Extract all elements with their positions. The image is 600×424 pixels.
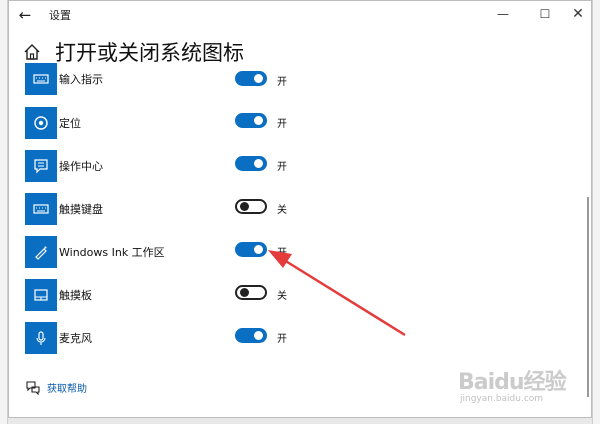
toggle-touch-keyboard[interactable] xyxy=(235,199,267,214)
item-label: Windows Ink 工作区 xyxy=(59,246,165,259)
background-window-right xyxy=(592,0,600,424)
list-item-input-indicator: 输入指示 开 xyxy=(9,63,591,99)
maximize-icon: ☐ xyxy=(539,7,551,21)
get-help-link[interactable]: 获取帮助 xyxy=(47,380,87,395)
toggle-state: 开 xyxy=(277,334,287,345)
toggle-touchpad[interactable] xyxy=(235,285,267,300)
toggle-state: 开 xyxy=(277,77,287,88)
list-item-action-center: 操作中心 开 xyxy=(9,150,591,182)
window-title: 设置 xyxy=(49,9,71,22)
page-title: 打开或关闭系统图标 xyxy=(55,41,244,65)
list-item-microphone: 麦克风 开 xyxy=(9,322,591,354)
list-item-location: 定位 开 xyxy=(9,107,591,139)
toggle-state: 开 xyxy=(277,248,287,259)
watermark-brand: Baidu经验 xyxy=(458,370,567,395)
list-item-touch-keyboard: 触摸键盘 关 xyxy=(9,193,591,225)
system-icon-list: 输入指示 开 定位 开 操作中心 开 触摸键盘 关 Windows Ink 工作… xyxy=(9,63,591,367)
toggle-location[interactable] xyxy=(235,113,267,128)
list-item-windows-ink: Windows Ink 工作区 开 xyxy=(9,236,591,268)
toggle-state: 开 xyxy=(277,119,287,130)
location-icon xyxy=(25,107,57,139)
toggle-action-center[interactable] xyxy=(235,156,267,171)
close-icon: ✕ xyxy=(572,6,584,22)
item-label: 麦克风 xyxy=(59,332,92,345)
item-label: 操作中心 xyxy=(59,160,103,173)
toggle-input-indicator[interactable] xyxy=(235,71,267,86)
home-icon[interactable] xyxy=(23,43,41,61)
pen-icon xyxy=(25,236,57,268)
list-item-touchpad: 触摸板 关 xyxy=(9,279,591,311)
item-label: 输入指示 xyxy=(59,73,103,86)
maximize-button[interactable]: ☐ xyxy=(531,3,559,25)
minimize-button[interactable]: — xyxy=(489,3,517,25)
close-button[interactable]: ✕ xyxy=(564,3,591,25)
keyboard-icon xyxy=(25,63,57,95)
minimize-icon: — xyxy=(497,7,509,21)
touch-keyboard-icon xyxy=(25,193,57,225)
back-arrow-icon: ← xyxy=(18,6,32,24)
help-chat-icon xyxy=(26,381,40,395)
toggle-state: 关 xyxy=(277,205,287,216)
toggle-state: 开 xyxy=(277,162,287,173)
item-label: 触摸键盘 xyxy=(59,203,103,216)
back-button[interactable]: ← xyxy=(15,5,35,25)
item-label: 定位 xyxy=(59,117,81,130)
toggle-state: 关 xyxy=(277,291,287,302)
microphone-icon xyxy=(25,322,57,354)
background-window-left xyxy=(0,0,8,424)
watermark-url: jingyan.baidu.com xyxy=(460,394,544,404)
touchpad-icon xyxy=(25,279,57,311)
settings-window: ← 设置 — ☐ ✕ 打开或关闭系统图标 输入指示 开 定位 开 操作中心 开 … xyxy=(8,0,592,418)
item-label: 触摸板 xyxy=(59,289,92,302)
action-center-icon xyxy=(25,150,57,182)
toggle-windows-ink[interactable] xyxy=(235,242,267,257)
toggle-microphone[interactable] xyxy=(235,328,267,343)
baidu-jingyan-watermark: Baidu经验 jingyan.baidu.com xyxy=(458,362,590,412)
title-bar: ← 设置 — ☐ ✕ xyxy=(9,1,591,29)
